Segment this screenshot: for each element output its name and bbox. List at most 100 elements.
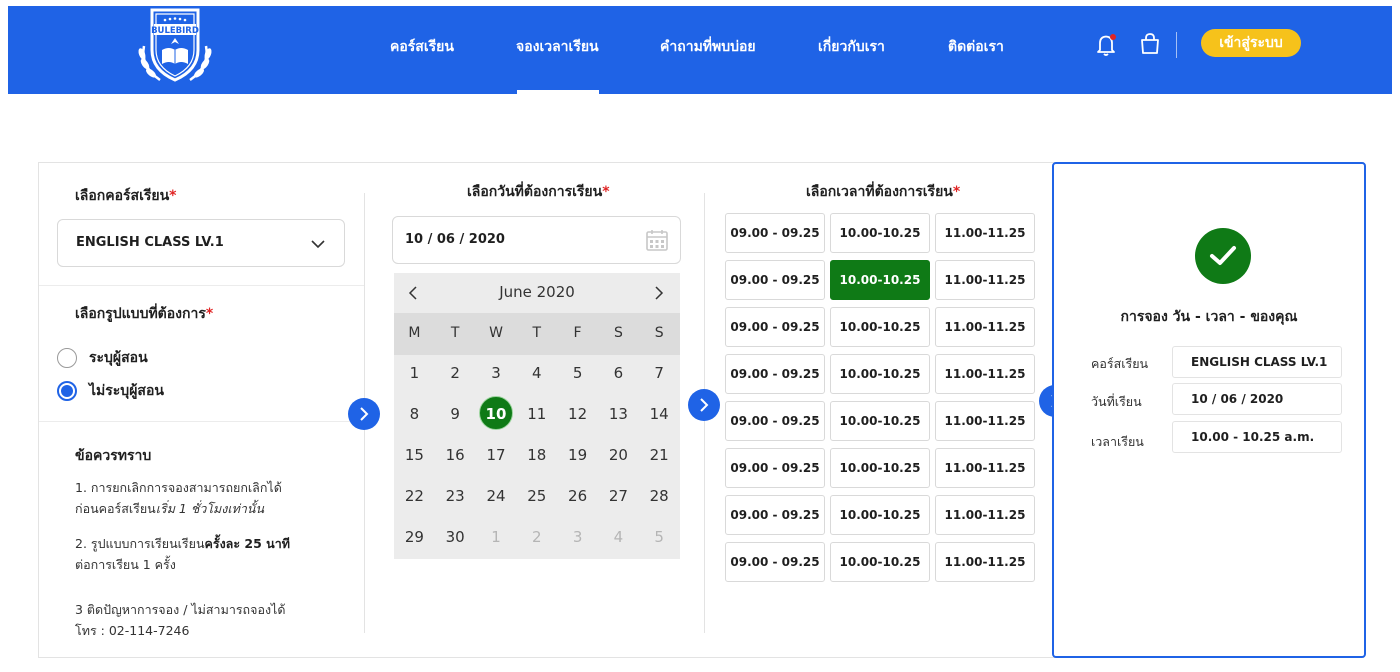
- calendar-day[interactable]: 27: [598, 478, 639, 514]
- radio-no-teacher[interactable]: ไม่ระบุผู้สอน: [57, 380, 164, 402]
- time-slot[interactable]: 11.00-11.25: [935, 213, 1035, 253]
- course-select[interactable]: ENGLISH CLASS LV.1: [57, 219, 345, 267]
- bell-icon[interactable]: [1095, 32, 1119, 58]
- calendar-day-number: 11: [527, 405, 547, 423]
- time-slot[interactable]: 09.00 - 09.25: [725, 354, 825, 394]
- summary-date-key: วันที่เรียน: [1091, 394, 1142, 409]
- time-slot[interactable]: 09.00 - 09.25: [725, 401, 825, 441]
- calendar-day[interactable]: 4: [516, 355, 557, 391]
- calendar-day[interactable]: 3: [557, 519, 598, 555]
- nav-faq[interactable]: คำถามที่พบบ่อย: [660, 36, 756, 58]
- time-slot[interactable]: 11.00-11.25: [935, 354, 1035, 394]
- nav-booking[interactable]: จองเวลาเรียน: [516, 36, 599, 58]
- calendar-day-number: 1: [491, 528, 501, 546]
- time-slot[interactable]: 09.00 - 09.25: [725, 307, 825, 347]
- calendar-day[interactable]: 20: [598, 437, 639, 473]
- calendar-day-number: 26: [568, 487, 588, 505]
- time-slot[interactable]: 10.00-10.25: [830, 213, 930, 253]
- next-step-button-1[interactable]: [348, 398, 380, 430]
- calendar-day[interactable]: 17: [476, 437, 517, 473]
- date-input[interactable]: 10 / 06 / 2020: [392, 216, 681, 264]
- chevron-right-icon[interactable]: [650, 285, 666, 301]
- time-slot[interactable]: 10.00-10.25: [830, 495, 930, 535]
- next-step-button-2[interactable]: [688, 389, 720, 421]
- calendar-day[interactable]: 13: [598, 396, 639, 432]
- time-slot[interactable]: 09.00 - 09.25: [725, 213, 825, 253]
- calendar-day[interactable]: 7: [639, 355, 680, 391]
- calendar-day[interactable]: 4: [598, 519, 639, 555]
- note-3: 3 ติดปัญหาการจอง / ไม่สามารถจองได้ โทร :…: [75, 602, 286, 638]
- calendar-day[interactable]: 18: [516, 437, 557, 473]
- calendar-day-number: 5: [572, 364, 583, 382]
- time-slot[interactable]: 10.00-10.25: [830, 354, 930, 394]
- chevron-right-icon: [360, 407, 369, 421]
- calendar-day[interactable]: 22: [394, 478, 435, 514]
- calendar-day[interactable]: 12: [557, 396, 598, 432]
- calendar-day-number: 9: [450, 405, 460, 423]
- calendar-day-number: 7: [654, 364, 664, 382]
- calendar-day-number: 3: [572, 528, 583, 546]
- calendar-day[interactable]: 14: [639, 396, 680, 432]
- shopping-bag-icon[interactable]: [1139, 32, 1161, 56]
- login-button[interactable]: เข้าสู่ระบบ: [1201, 29, 1301, 57]
- nav-about[interactable]: เกี่ยวกับเรา: [818, 36, 885, 58]
- time-slot[interactable]: 09.00 - 09.25: [725, 495, 825, 535]
- radio-button-checked[interactable]: [57, 381, 77, 401]
- chevron-down-icon: [311, 240, 325, 249]
- calendar-day[interactable]: 11: [516, 396, 557, 432]
- calendar-day[interactable]: 9: [435, 396, 476, 432]
- nav-contact[interactable]: ติดต่อเรา: [948, 36, 1004, 58]
- time-slot[interactable]: 09.00 - 09.25: [725, 448, 825, 488]
- calendar-month-label: June 2020: [499, 283, 575, 301]
- calendar-day[interactable]: 2: [435, 355, 476, 391]
- time-slot[interactable]: 10.00-10.25: [830, 401, 930, 441]
- active-nav-indicator: [517, 90, 599, 94]
- time-slot[interactable]: 11.00-11.25: [935, 542, 1035, 582]
- calendar-day[interactable]: 26: [557, 478, 598, 514]
- calendar-day-number: 1: [409, 364, 420, 382]
- radio-button[interactable]: [57, 348, 77, 368]
- calendar-day-selected[interactable]: 10: [476, 396, 517, 432]
- radio-specify-teacher[interactable]: ระบุผู้สอน: [57, 347, 148, 369]
- calendar-day[interactable]: 15: [394, 437, 435, 473]
- calendar-day[interactable]: 2: [516, 519, 557, 555]
- nav-courses[interactable]: คอร์สเรียน: [390, 36, 454, 58]
- time-slot[interactable]: 11.00-11.25: [935, 495, 1035, 535]
- calendar-day[interactable]: 5: [557, 355, 598, 391]
- calendar-day-number: 30: [445, 528, 465, 546]
- time-label: เลือกเวลาที่ต้องการเรียน*: [806, 184, 961, 200]
- time-slot[interactable]: 10.00-10.25: [830, 307, 930, 347]
- time-slot[interactable]: 10.00-10.25: [830, 542, 930, 582]
- time-slot[interactable]: 11.00-11.25: [935, 260, 1035, 300]
- booking-summary-card: การจอง วัน - เวลา - ของคุณ คอร์สเรียน EN…: [1052, 162, 1366, 658]
- calendar-day-number: 28: [649, 487, 669, 505]
- time-slot[interactable]: 11.00-11.25: [935, 307, 1035, 347]
- calendar-icon[interactable]: [646, 229, 668, 251]
- time-slot[interactable]: 11.00-11.25: [935, 401, 1035, 441]
- time-slot[interactable]: 09.00 - 09.25: [725, 542, 825, 582]
- calendar-day[interactable]: 30: [435, 519, 476, 555]
- calendar-day[interactable]: 8: [394, 396, 435, 432]
- weekday-label: F: [573, 325, 582, 341]
- calendar-day-number: 18: [527, 446, 547, 464]
- calendar-day[interactable]: 5: [639, 519, 680, 555]
- calendar-day[interactable]: 28: [639, 478, 680, 514]
- calendar-day[interactable]: 1: [476, 519, 517, 555]
- calendar-day[interactable]: 19: [557, 437, 598, 473]
- time-slot-selected[interactable]: 10.00-10.25: [830, 260, 930, 300]
- calendar-day[interactable]: 21: [639, 437, 680, 473]
- calendar-day[interactable]: 29: [394, 519, 435, 555]
- weekday-label: S: [613, 325, 623, 341]
- calendar-day[interactable]: 25: [516, 478, 557, 514]
- calendar-day[interactable]: 3: [476, 355, 517, 391]
- calendar-day[interactable]: 1: [394, 355, 435, 391]
- time-slot[interactable]: 11.00-11.25: [935, 448, 1035, 488]
- calendar-day[interactable]: 24: [476, 478, 517, 514]
- success-check-icon: [1195, 228, 1251, 284]
- summary-date-value: 10 / 06 / 2020: [1172, 383, 1342, 415]
- calendar-day[interactable]: 16: [435, 437, 476, 473]
- time-slot[interactable]: 09.00 - 09.25: [725, 260, 825, 300]
- calendar-day[interactable]: 6: [598, 355, 639, 391]
- time-slot[interactable]: 10.00-10.25: [830, 448, 930, 488]
- calendar-day[interactable]: 23: [435, 478, 476, 514]
